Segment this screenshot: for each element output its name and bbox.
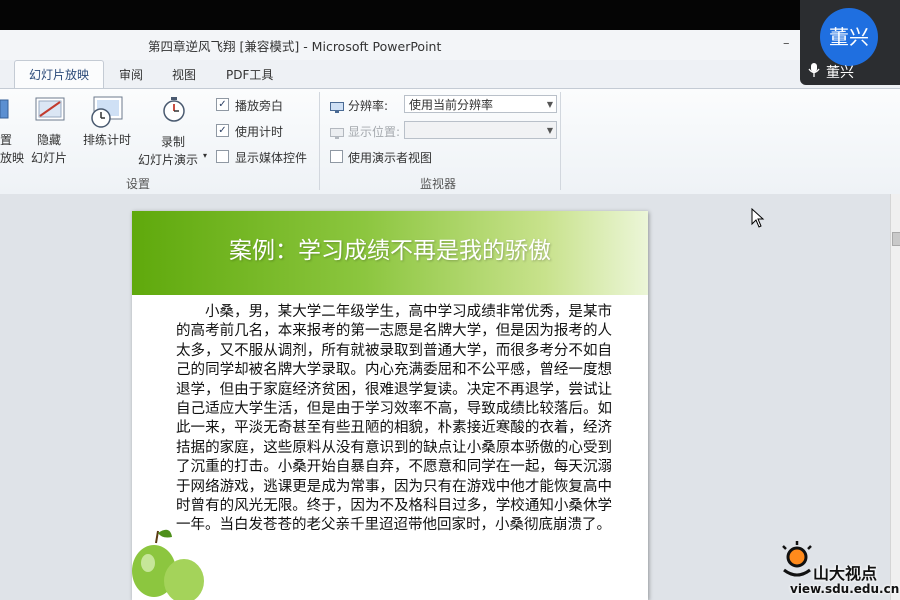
minimize-button[interactable]: – [783,36,790,51]
show-media-controls-label: 显示媒体控件 [235,151,308,165]
mouse-cursor-icon [751,207,765,232]
chevron-down-icon: ▼ [546,100,553,109]
monitor-icon [330,99,344,118]
ribbon-group-separator [560,92,561,190]
tab-view[interactable]: 视图 [172,66,196,83]
hide-slide-label-line2[interactable]: 幻灯片 [31,149,67,166]
show-on-select[interactable]: ▼ [404,121,557,139]
scrollbar-thumb[interactable] [892,232,900,246]
record-slideshow-label-line1[interactable]: 录制 [161,133,185,150]
sdu-logo-icon [780,540,814,586]
use-timings-checkbox[interactable]: ✓ [216,124,229,137]
rehearse-timings-icon[interactable] [90,95,124,133]
hide-slide-label-line1[interactable]: 隐藏 [37,131,61,148]
record-slideshow-icon[interactable] [160,96,188,128]
window-title: 第四章逆风飞翔 [兼容模式] - Microsoft PowerPoint [148,39,442,54]
ribbon-group-separator [319,92,320,190]
play-narration-checkbox[interactable]: ✓ [216,98,229,111]
slide-1[interactable]: 案例：学习成绩不再是我的骄傲 小桑，男，某大学二年级学生，高中学习成绩非常优秀，… [132,211,648,600]
microphone-icon [808,62,820,82]
setup-slideshow-icon[interactable] [0,98,10,126]
setup-slideshow-label-top[interactable]: 置 [0,131,12,148]
tab-slideshow[interactable]: 幻灯片放映 [14,60,105,89]
show-on-monitor-icon [330,125,344,144]
tab-pdf-tools[interactable]: PDF工具 [226,66,273,83]
title-bar [0,30,900,60]
play-narration-label: 播放旁白 [235,99,284,113]
group-label-setup: 设置 [126,177,151,191]
watermark-text: 山大视点 [813,564,878,583]
slide-body-text[interactable]: 小桑，男，某大学二年级学生，高中学习成绩非常优秀，是某市的高考前几名，本来报考的… [176,303,612,536]
hide-slide-icon[interactable] [34,96,66,128]
presenter-view-checkbox[interactable] [330,150,343,163]
vertical-scrollbar[interactable] [890,194,900,600]
slide-title[interactable]: 案例：学习成绩不再是我的骄傲 [132,231,648,265]
rehearse-timings-label[interactable]: 排练计时 [83,131,131,148]
record-dropdown-chevron-down-icon[interactable]: ▾ [203,151,207,160]
tab-review[interactable]: 审阅 [119,66,143,83]
presenter-view-label: 使用演示者视图 [348,151,433,165]
use-timings-label: 使用计时 [235,125,284,139]
resolution-label: 分辨率: [348,99,389,113]
show-media-controls-checkbox[interactable] [216,150,229,163]
show-on-label: 显示位置: [348,125,401,139]
setup-slideshow-label-bottom[interactable]: 放映 [0,149,24,166]
resolution-select-value: 使用当前分辨率 [409,98,494,112]
record-slideshow-label-line2[interactable]: 幻灯片演示 [138,151,198,168]
resolution-select[interactable]: 使用当前分辨率 ▼ [404,95,557,113]
chevron-down-icon: ▼ [546,126,553,135]
green-apple-image [132,521,212,600]
participant-name: 董兴 [826,65,854,81]
top-black-bar [0,0,900,30]
watermark-url: view.sdu.edu.cn [790,582,900,596]
group-label-monitors: 监视器 [420,177,457,191]
avatar: 董兴 [820,8,878,66]
